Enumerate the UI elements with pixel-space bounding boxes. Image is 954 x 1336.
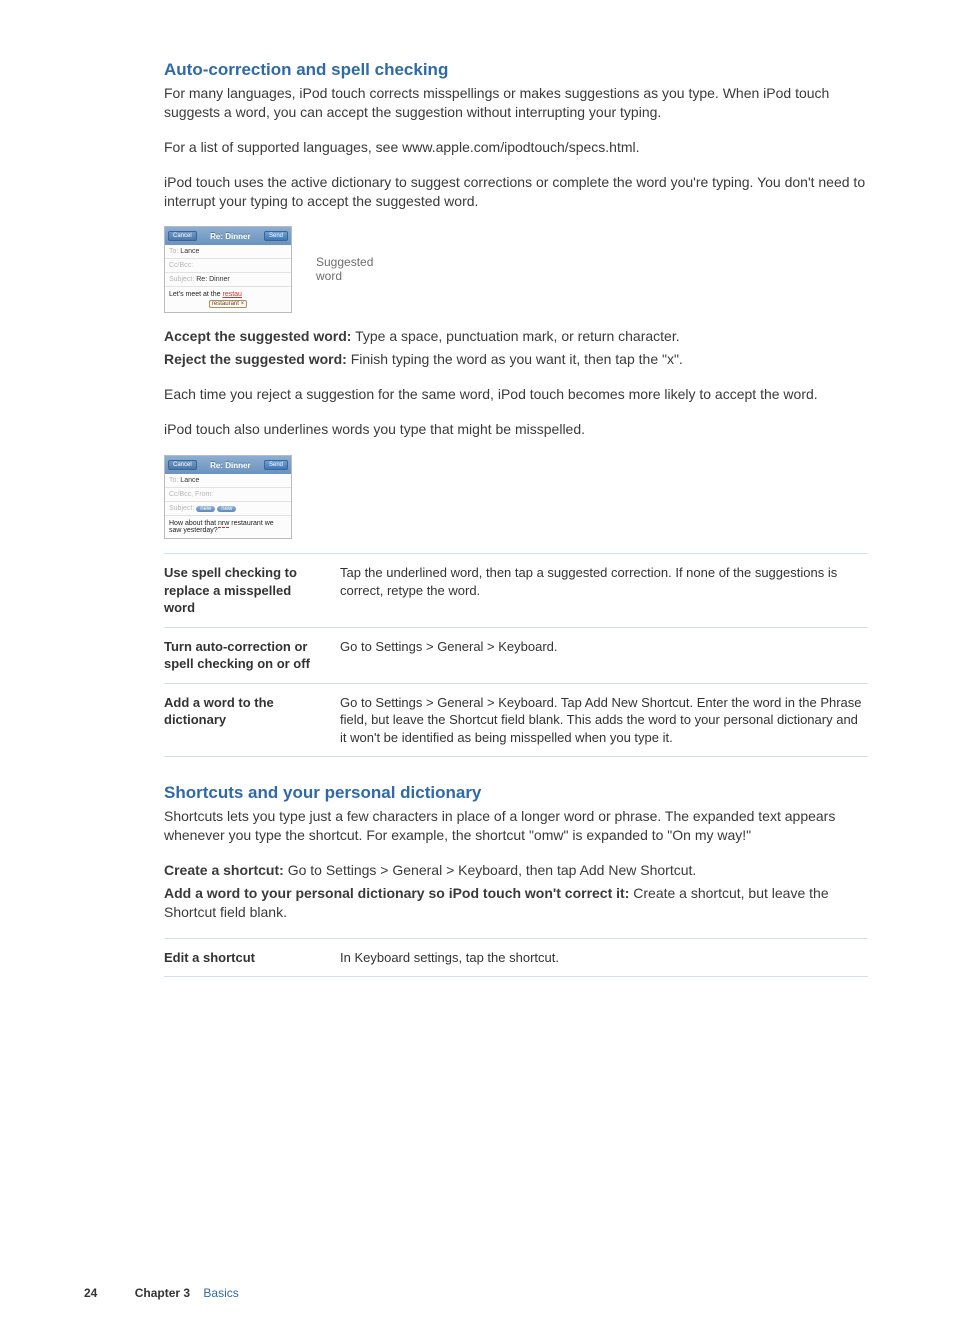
t1-r3-v: Go to Settings > General > Keyboard. Tap… (340, 683, 868, 757)
subject-value: Re: Dinner (196, 276, 229, 283)
table-row: Use spell checking to replace a misspell… (164, 554, 868, 628)
chip-2: new (217, 506, 236, 512)
heading-autocorrect: Auto-correction and spell checking (164, 60, 868, 80)
cancel-button: Cancel (168, 231, 197, 241)
options-table-2: Edit a shortcut In Keyboard settings, ta… (164, 938, 868, 978)
t1-r3-k: Add a word to the dictionary (164, 683, 340, 757)
table-row: Add a word to the dictionary Go to Setti… (164, 683, 868, 757)
options-table-1: Use spell checking to replace a misspell… (164, 553, 868, 757)
to-label: To: (169, 248, 178, 255)
para-s1-1: For many languages, iPod touch corrects … (164, 84, 868, 122)
mock2-title: Re: Dinner (210, 461, 250, 470)
ccbcc-row: Cc/Bcc: (165, 259, 291, 273)
chapter-name: Basics (203, 1286, 238, 1300)
create-label: Create a shortcut: (164, 862, 284, 878)
reject-label: Reject the suggested word: (164, 351, 347, 367)
t2-r1-k: Edit a shortcut (164, 938, 340, 977)
figure-suggested-word: Cancel Re: Dinner Send To: Lance Cc/Bcc:… (164, 226, 868, 313)
ccbcc-row-2: Cc/Bcc, From: (165, 488, 291, 502)
para-s1-2: For a list of supported languages, see w… (164, 138, 868, 157)
to-label-2: To: (169, 477, 178, 484)
heading-shortcuts: Shortcuts and your personal dictionary (164, 783, 868, 803)
callout-line2: word (316, 270, 373, 284)
table-row: Turn auto-correction or spell checking o… (164, 627, 868, 683)
reject-text: Finish typing the word as you want it, t… (347, 351, 683, 367)
t1-r2-k: Turn auto-correction or spell checking o… (164, 627, 340, 683)
t1-r1-k: Use spell checking to replace a misspell… (164, 554, 340, 628)
mail-body-1: Let's meet at the restau restaurant × (165, 287, 291, 312)
cancel-button-2: Cancel (168, 460, 197, 470)
subject-label: Subject: (169, 276, 194, 283)
para-s2-1: Shortcuts lets you type just a few chara… (164, 807, 868, 845)
typed-fragment: restau (222, 291, 241, 298)
t1-r2-v: Go to Settings > General > Keyboard. (340, 627, 868, 683)
callout-line1: Suggested (316, 256, 373, 270)
table-row: Edit a shortcut In Keyboard settings, ta… (164, 938, 868, 977)
suggestion-bubble: restaurant × (209, 300, 247, 308)
chapter-label: Chapter 3 (135, 1286, 190, 1300)
add-label: Add a word to your personal dictionary s… (164, 885, 629, 901)
body-prefix: Let's meet at the (169, 291, 222, 298)
page-number: 24 (84, 1286, 97, 1300)
to-value-2: Lance (180, 477, 199, 484)
body2-underlined: nrw (218, 520, 229, 528)
mail-compose-mock-2: Cancel Re: Dinner Send To: Lance Cc/Bcc,… (164, 455, 292, 539)
figure-misspelled: Cancel Re: Dinner Send To: Lance Cc/Bcc,… (164, 455, 868, 539)
add-line: Add a word to your personal dictionary s… (164, 884, 868, 922)
para-s1-3: iPod touch uses the active dictionary to… (164, 173, 868, 211)
mail-compose-mock-1: Cancel Re: Dinner Send To: Lance Cc/Bcc:… (164, 226, 292, 313)
t2-r1-v: In Keyboard settings, tap the shortcut. (340, 938, 868, 977)
subject-row-2: Subject: newnew (165, 502, 291, 516)
send-button-2: Send (264, 460, 288, 470)
specs-link[interactable]: www.apple.com/ipodtouch/specs.html (402, 139, 635, 155)
mock1-title: Re: Dinner (210, 232, 250, 241)
para-s1-2-pre: For a list of supported languages, see (164, 139, 402, 155)
para-mid-4: Each time you reject a suggestion for th… (164, 385, 868, 404)
to-value: Lance (180, 248, 199, 255)
para-mid-5: iPod touch also underlines words you typ… (164, 420, 868, 439)
create-line: Create a shortcut: Go to Settings > Gene… (164, 861, 868, 880)
t1-r1-v: Tap the underlined word, then tap a sugg… (340, 554, 868, 628)
reject-line: Reject the suggested word: Finish typing… (164, 350, 868, 369)
body2-pre: How about that (169, 520, 218, 527)
create-text: Go to Settings > General > Keyboard, the… (284, 862, 696, 878)
accept-label: Accept the suggested word: (164, 328, 351, 344)
accept-text: Type a space, punctuation mark, or retur… (351, 328, 679, 344)
mail-body-2: How about that nrw restaurant we saw yes… (165, 516, 291, 538)
callout-suggested-word: Suggested word (316, 256, 373, 284)
accept-line: Accept the suggested word: Type a space,… (164, 327, 868, 346)
chip-1: new (196, 506, 215, 512)
para-s1-2-post: . (636, 139, 640, 155)
send-button: Send (264, 231, 288, 241)
page-footer: 24 Chapter 3 Basics (84, 1286, 239, 1300)
subject-label-2: Subject: (169, 505, 194, 512)
